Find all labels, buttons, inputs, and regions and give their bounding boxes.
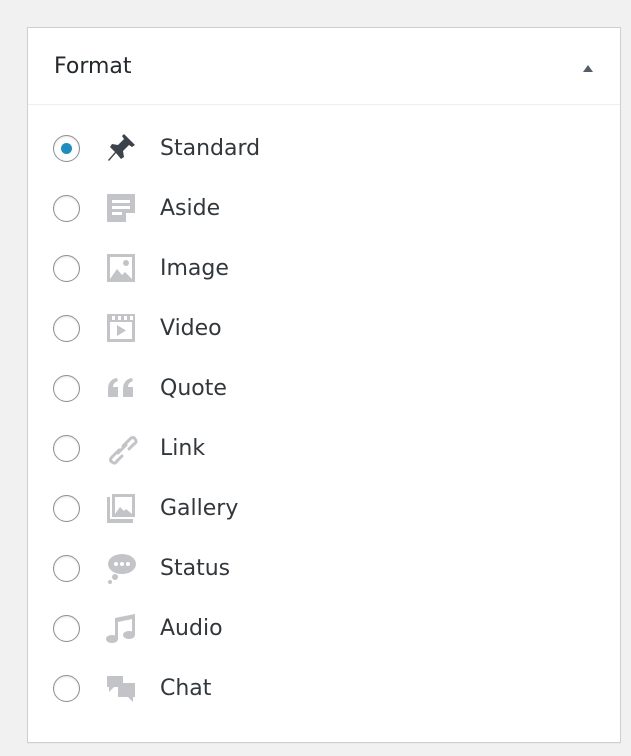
format-radio-image[interactable] (53, 255, 80, 282)
format-option-gallery[interactable]: Gallery (28, 483, 620, 543)
format-option-quote[interactable]: Quote (28, 363, 620, 423)
format-label-aside: Aside (160, 196, 221, 221)
format-label-image: Image (160, 256, 229, 281)
gallery-icon (104, 491, 138, 525)
quote-icon (104, 371, 138, 405)
status-icon (104, 551, 138, 585)
triangle-up-icon (583, 64, 593, 72)
format-option-aside[interactable]: Aside (28, 183, 620, 243)
format-label-status: Status (160, 556, 231, 581)
link-icon (104, 431, 138, 465)
audio-icon (104, 611, 138, 645)
format-radio-aside[interactable] (53, 195, 80, 222)
panel-header: Format (28, 28, 620, 105)
image-icon (104, 251, 138, 285)
format-radio-link[interactable] (53, 435, 80, 462)
format-option-standard[interactable]: Standard (28, 123, 620, 183)
collapse-toggle-button[interactable] (574, 54, 602, 82)
format-radio-audio[interactable] (53, 615, 80, 642)
format-option-audio[interactable]: Audio (28, 603, 620, 663)
format-label-standard: Standard (160, 136, 261, 161)
format-option-image[interactable]: Image (28, 243, 620, 303)
format-label-chat: Chat (160, 676, 212, 701)
format-option-link[interactable]: Link (28, 423, 620, 483)
format-panel: Format Standard Aside Image Video Quote … (27, 27, 621, 743)
format-radio-standard[interactable] (53, 135, 80, 162)
panel-title: Format (54, 54, 132, 79)
format-radio-video[interactable] (53, 315, 80, 342)
format-label-link: Link (160, 436, 206, 461)
format-radio-gallery[interactable] (53, 495, 80, 522)
format-option-video[interactable]: Video (28, 303, 620, 363)
format-label-gallery: Gallery (160, 496, 239, 521)
chat-icon (104, 671, 138, 705)
format-label-audio: Audio (160, 616, 223, 641)
aside-icon (104, 191, 138, 225)
pin-icon (104, 131, 138, 165)
format-radio-chat[interactable] (53, 675, 80, 702)
format-list: Standard Aside Image Video Quote Link Ga… (28, 123, 620, 723)
format-option-status[interactable]: Status (28, 543, 620, 603)
format-label-video: Video (160, 316, 222, 341)
video-icon (104, 311, 138, 345)
format-radio-status[interactable] (53, 555, 80, 582)
format-radio-quote[interactable] (53, 375, 80, 402)
format-option-chat[interactable]: Chat (28, 663, 620, 723)
format-label-quote: Quote (160, 376, 227, 401)
